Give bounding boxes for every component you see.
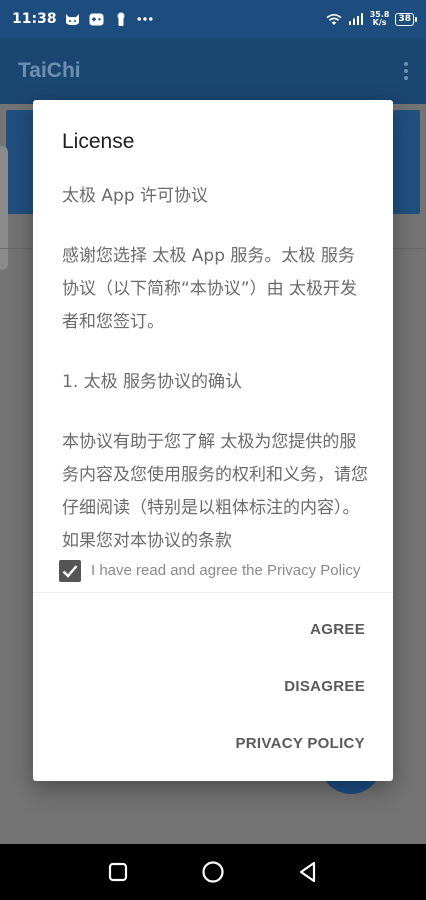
agree-checkbox-label: I have read and agree the Privacy Policy <box>91 562 361 579</box>
status-bar: 11:38 35.8 K/s 38 <box>0 0 426 38</box>
license-paragraph: 本协议有助于您了解 太极为您提供的服务内容及您使用服务的权利和义务，请您仔细阅读… <box>62 432 368 548</box>
home-icon[interactable] <box>199 858 227 886</box>
license-dialog: License 太极 App 许可协议 感谢您选择 太极 App 服务。太极 服… <box>33 100 393 781</box>
more-notifications-icon <box>137 11 153 27</box>
privacy-policy-button[interactable]: PRIVACY POLICY <box>235 735 365 752</box>
signal-icon <box>348 11 364 27</box>
license-paragraph: 感谢您选择 太极 App 服务。太极 服务协议（以下简称“本协议”）由 太极开发… <box>62 246 358 332</box>
status-time: 11:38 <box>12 11 57 27</box>
dialog-title: License <box>62 130 135 153</box>
overflow-menu-icon[interactable] <box>404 62 408 80</box>
agree-checkbox-row[interactable]: I have read and agree the Privacy Policy <box>59 552 374 590</box>
cat-notification-icon <box>65 11 81 27</box>
battery-level: 38 <box>398 14 411 24</box>
license-paragraph: 1. 太极 服务协议的确认 <box>62 372 243 392</box>
disagree-button[interactable]: DISAGREE <box>284 678 365 695</box>
recent-apps-icon[interactable] <box>104 858 132 886</box>
agree-button[interactable]: AGREE <box>310 621 365 638</box>
keyhole-notification-icon <box>113 11 129 27</box>
back-icon[interactable] <box>294 858 322 886</box>
battery-indicator: 38 <box>395 12 417 26</box>
network-speed-unit: K/s <box>372 18 387 27</box>
agree-checkbox[interactable] <box>59 560 81 582</box>
network-speed: 35.8 K/s <box>370 11 390 27</box>
dialog-divider <box>33 592 393 593</box>
screen: 11:38 35.8 K/s 38 TaiChi License 太极 App … <box>0 0 426 900</box>
status-right: 35.8 K/s 38 <box>326 11 417 27</box>
gamepad-notification-icon <box>89 11 105 27</box>
navigation-bar <box>0 844 426 900</box>
app-bar: TaiChi <box>0 38 426 104</box>
status-left: 11:38 <box>12 11 153 27</box>
wifi-icon <box>326 11 342 27</box>
checkmark-icon <box>62 565 78 578</box>
license-text-scroll[interactable]: 太极 App 许可协议 感谢您选择 太极 App 服务。太极 服务协议（以下简称… <box>62 180 368 548</box>
app-title: TaiChi <box>18 59 81 82</box>
background-side-card <box>0 146 8 270</box>
license-paragraph: 太极 App 许可协议 <box>62 186 209 206</box>
